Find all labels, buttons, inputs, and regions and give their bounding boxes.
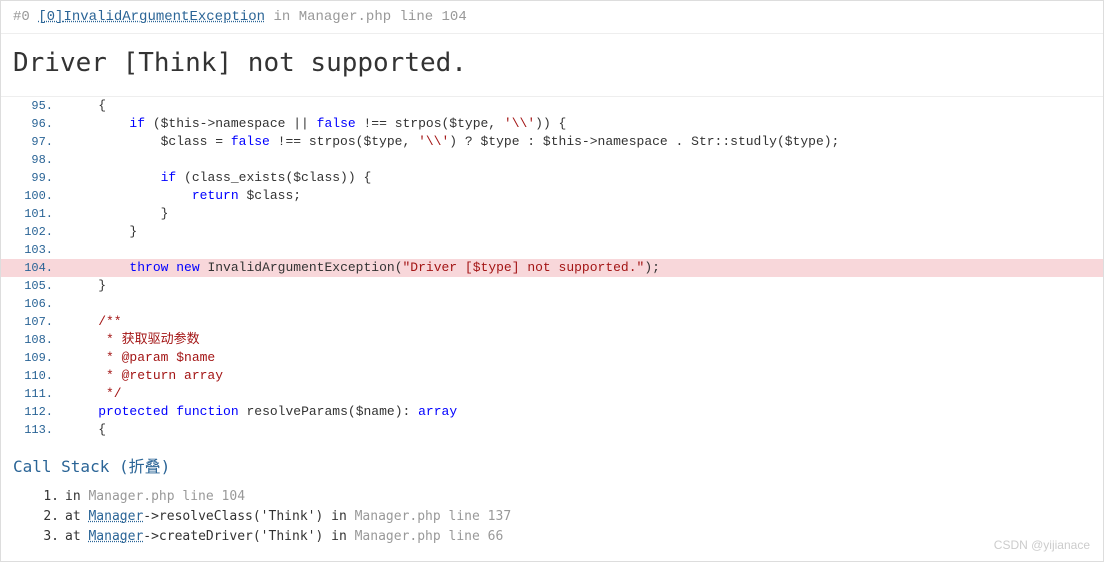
exception-class-link[interactable]: InvalidArgumentException: [63, 9, 265, 25]
line-number: 110.: [1, 367, 61, 385]
line-number: 95.: [1, 97, 61, 115]
line-content: * @return array: [61, 367, 1103, 385]
line-number: 102.: [1, 223, 61, 241]
stack-frame-text: in Manager.php line 104: [65, 487, 1091, 507]
call-stack-list: 1. in Manager.php line 104 2. at Manager->r…: [1, 487, 1103, 561]
line-content: throw new InvalidArgumentException("Driv…: [61, 259, 1103, 277]
stack-frame[interactable]: 3. at Manager->createDriver('Think') in M…: [35, 527, 1091, 547]
line-content: }: [61, 223, 1103, 241]
line-number: 108.: [1, 331, 61, 349]
line-content: if (class_exists($class)) {: [61, 169, 1103, 187]
line-content: if ($this->namespace || false !== strpos…: [61, 115, 1103, 133]
line-content: [61, 151, 1103, 169]
code-line: 110. * @return array: [1, 367, 1103, 385]
line-content: protected function resolveParams($name):…: [61, 403, 1103, 421]
error-message: Driver [Think] not supported.: [1, 34, 1103, 96]
code-snippet: 95. {96. if ($this->namespace || false !…: [1, 96, 1103, 439]
stack-frame-number: 3.: [35, 527, 59, 547]
line-number: 100.: [1, 187, 61, 205]
code-line: 108. * 获取驱动参数: [1, 331, 1103, 349]
line-number: 99.: [1, 169, 61, 187]
code-line: 101. }: [1, 205, 1103, 223]
line-content: $class = false !== strpos($type, '\\') ?…: [61, 133, 1103, 151]
line-number: 113.: [1, 421, 61, 439]
line-content: return $class;: [61, 187, 1103, 205]
line-number: 104.: [1, 259, 61, 277]
line-content: [61, 241, 1103, 259]
stack-frame-number: 1.: [35, 487, 59, 507]
line-number: 96.: [1, 115, 61, 133]
line-number: 107.: [1, 313, 61, 331]
file-location: Manager.php line 104: [299, 9, 467, 25]
code-line: 100. return $class;: [1, 187, 1103, 205]
line-content: */: [61, 385, 1103, 403]
line-content: [61, 295, 1103, 313]
code-line: 112. protected function resolveParams($n…: [1, 403, 1103, 421]
line-content: {: [61, 97, 1103, 115]
stack-frame-text: at Manager->createDriver('Think') in Man…: [65, 527, 1091, 547]
line-content: }: [61, 277, 1103, 295]
call-stack-header[interactable]: Call Stack (折叠): [1, 439, 1103, 487]
code-line: 96. if ($this->namespace || false !== st…: [1, 115, 1103, 133]
line-number: 106.: [1, 295, 61, 313]
code-line: 98.: [1, 151, 1103, 169]
stack-frame-number: 2.: [35, 507, 59, 527]
line-content: /**: [61, 313, 1103, 331]
error-page: #0 [0]InvalidArgumentException in Manage…: [0, 0, 1104, 562]
stack-frame[interactable]: 2. at Manager->resolveClass('Think') in M…: [35, 507, 1091, 527]
frame-hash: #0: [13, 9, 30, 25]
line-number: 112.: [1, 403, 61, 421]
line-number: 98.: [1, 151, 61, 169]
line-number: 103.: [1, 241, 61, 259]
code-line: 104. throw new InvalidArgumentException(…: [1, 259, 1103, 277]
code-line: 111. */: [1, 385, 1103, 403]
code-line: 102. }: [1, 223, 1103, 241]
exception-header: #0 [0]InvalidArgumentException in Manage…: [1, 1, 1103, 34]
line-number: 109.: [1, 349, 61, 367]
code-line: 95. {: [1, 97, 1103, 115]
frame-bracket[interactable]: [0]: [38, 9, 63, 25]
line-number: 105.: [1, 277, 61, 295]
line-content: }: [61, 205, 1103, 223]
stack-frame[interactable]: 1. in Manager.php line 104: [35, 487, 1091, 507]
line-number: 97.: [1, 133, 61, 151]
code-line: 109. * @param $name: [1, 349, 1103, 367]
line-content: * @param $name: [61, 349, 1103, 367]
watermark: CSDN @yijianace: [994, 538, 1090, 552]
stack-frame-text: at Manager->resolveClass('Think') in Man…: [65, 507, 1091, 527]
code-line: 107. /**: [1, 313, 1103, 331]
line-number: 101.: [1, 205, 61, 223]
in-word: in: [273, 9, 290, 25]
code-line: 97. $class = false !== strpos($type, '\\…: [1, 133, 1103, 151]
line-content: {: [61, 421, 1103, 439]
line-content: * 获取驱动参数: [61, 331, 1103, 349]
code-line: 103.: [1, 241, 1103, 259]
code-line: 106.: [1, 295, 1103, 313]
code-line: 113. {: [1, 421, 1103, 439]
code-line: 99. if (class_exists($class)) {: [1, 169, 1103, 187]
code-line: 105. }: [1, 277, 1103, 295]
line-number: 111.: [1, 385, 61, 403]
